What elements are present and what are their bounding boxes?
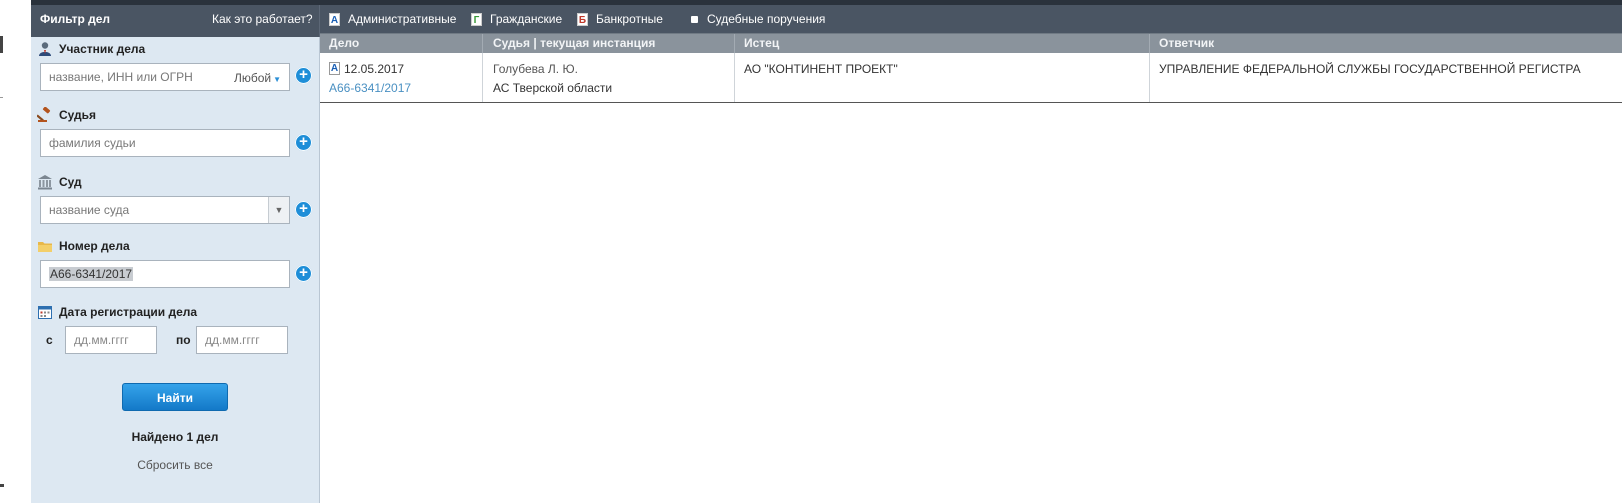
tab-bankruptcy[interactable]: Б Банкротные <box>577 12 663 26</box>
left-gutter <box>0 0 31 503</box>
tab-civil[interactable]: Г Гражданские <box>471 12 562 26</box>
date-from-label: с <box>46 333 53 347</box>
administrative-badge-icon: А <box>329 12 340 26</box>
table-row: А 12.05.2017 А66-6341/2017 Голубева Л. Ю… <box>320 53 1622 103</box>
date-range: с по <box>46 326 306 354</box>
caret-down-icon: ▼ <box>273 75 281 84</box>
judge-label-row: Судья <box>37 107 96 123</box>
case-date: 12.05.2017 <box>344 62 405 76</box>
participant-label: Участник дела <box>59 42 146 56</box>
find-button[interactable]: Найти <box>122 383 228 411</box>
case-link[interactable]: А66-6341/2017 <box>329 81 411 95</box>
gutter-mark <box>0 97 3 98</box>
case-number-label-row: Номер дела <box>37 238 130 254</box>
gutter-mark <box>0 36 3 53</box>
cell-divider <box>1149 53 1150 102</box>
courthouse-icon <box>38 175 52 190</box>
participant-role-value: Любой <box>233 71 272 85</box>
case-number-value: А66-6341/2017 <box>49 267 134 281</box>
date-from-field[interactable] <box>65 326 157 354</box>
add-case-number-button[interactable]: + <box>295 265 312 282</box>
tab-label: Административные <box>348 12 457 26</box>
date-label-row: Дата регистрации дела <box>37 304 197 320</box>
cell-divider <box>482 53 483 102</box>
date-to-input[interactable] <box>197 327 287 353</box>
top-bar: Фильтр дел Как это работает? А Администр… <box>31 0 1622 37</box>
checkbox-icon[interactable] <box>691 15 698 23</box>
administrative-case-icon: А <box>329 62 340 75</box>
court-input[interactable] <box>41 197 266 223</box>
reset-all-link[interactable]: Сбросить все <box>31 458 319 472</box>
column-header-judge[interactable]: Судья | текущая инстанция <box>493 36 655 50</box>
filter-title: Фильтр дел <box>40 12 111 26</box>
calendar-icon <box>38 306 52 319</box>
tab-court-orders[interactable]: Судебные поручения <box>691 12 825 26</box>
participant-label-row: Участник дела <box>37 41 145 57</box>
column-divider <box>734 34 735 53</box>
date-to-field[interactable] <box>196 326 288 354</box>
table-header: Дело Судья | текущая инстанция Истец Отв… <box>320 33 1622 53</box>
folder-icon <box>38 242 52 252</box>
participant-role-select[interactable]: Любой ▼ <box>234 71 281 85</box>
judge-label: Судья <box>59 108 97 122</box>
current-court: АС Тверской области <box>493 81 613 95</box>
column-divider <box>482 34 483 53</box>
gutter-mark <box>0 484 4 487</box>
court-label-row: Суд <box>37 174 82 190</box>
column-divider <box>1149 34 1150 53</box>
how-it-works-link[interactable]: Как это работает? <box>212 12 313 26</box>
case-number-label: Номер дела <box>59 239 130 253</box>
tab-label: Гражданские <box>490 12 563 26</box>
date-to-label: по <box>176 333 191 347</box>
tab-label: Банкротные <box>596 12 663 26</box>
tab-label: Судебные поручения <box>707 12 826 26</box>
add-participant-button[interactable]: + <box>295 67 312 84</box>
judge-name: Голубева Л. Ю. <box>493 62 578 76</box>
gavel-icon <box>37 107 51 122</box>
participant-field[interactable]: Любой▼ <box>40 63 290 91</box>
top-strip <box>31 0 1622 5</box>
court-field[interactable]: ▼ <box>40 196 290 224</box>
defendant-name[interactable]: УПРАВЛЕНИЕ ФЕДЕРАЛЬНОЙ СЛУЖБЫ ГОСУДАРСТВ… <box>1159 62 1581 76</box>
column-header-plaintiff[interactable]: Истец <box>744 36 779 50</box>
participant-input[interactable] <box>41 64 226 90</box>
found-count: Найдено 1 дел <box>131 430 219 444</box>
civil-badge-icon: Г <box>471 12 482 26</box>
judge-input[interactable] <box>41 130 289 156</box>
column-header-defendant[interactable]: Ответчик <box>1159 36 1214 50</box>
add-court-button[interactable]: + <box>295 201 312 218</box>
tab-administrative[interactable]: А Административные <box>329 12 456 26</box>
person-icon <box>39 42 51 56</box>
filter-sidebar: Участник дела Любой▼ + Судья + Суд ▼ + <box>31 37 320 503</box>
court-label: Суд <box>59 175 82 189</box>
column-header-case[interactable]: Дело <box>329 36 359 50</box>
cell-divider <box>734 53 735 102</box>
add-judge-button[interactable]: + <box>295 134 312 151</box>
case-number-field[interactable]: А66-6341/2017 <box>40 260 290 288</box>
date-label: Дата регистрации дела <box>59 305 198 319</box>
plaintiff-name[interactable]: АО "КОНТИНЕНТ ПРОЕКТ" <box>744 62 898 76</box>
case-number-input[interactable]: А66-6341/2017 <box>49 267 134 281</box>
judge-field[interactable] <box>40 129 290 157</box>
court-dropdown-button[interactable]: ▼ <box>268 197 289 223</box>
date-from-input[interactable] <box>66 327 156 353</box>
bankruptcy-badge-icon: Б <box>577 12 588 26</box>
